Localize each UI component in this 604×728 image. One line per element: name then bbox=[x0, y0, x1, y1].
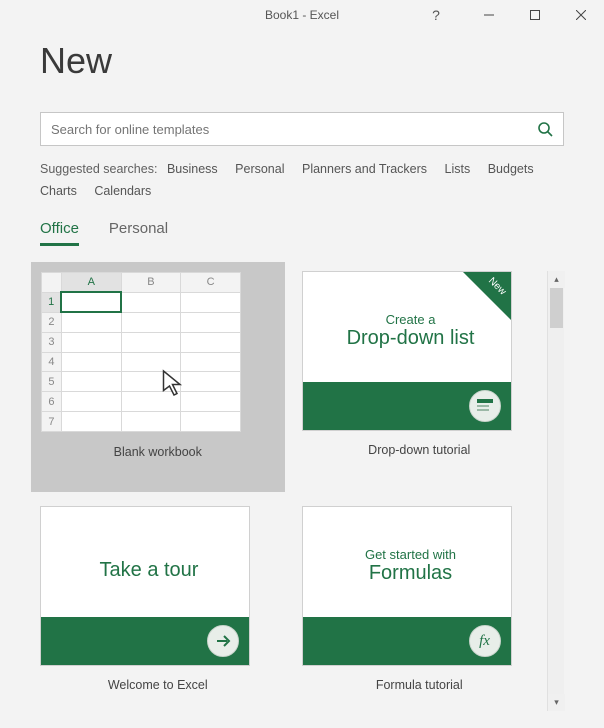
window-controls bbox=[466, 0, 604, 30]
thumb-line2: Drop-down list bbox=[321, 327, 501, 350]
template-label: Welcome to Excel bbox=[40, 678, 276, 692]
suggested-link-charts[interactable]: Charts bbox=[40, 180, 77, 202]
fx-icon: fx bbox=[469, 625, 501, 657]
minimize-button[interactable] bbox=[466, 0, 512, 30]
template-label: Drop-down tutorial bbox=[302, 443, 538, 457]
thumb-line2: Take a tour bbox=[59, 559, 239, 582]
tab-office[interactable]: Office bbox=[40, 220, 79, 246]
thumb-line1: Create a bbox=[321, 312, 501, 327]
scrollbar[interactable]: ▴ ▾ bbox=[547, 271, 564, 711]
help-button[interactable]: ? bbox=[416, 0, 456, 30]
suggested-label: Suggested searches: bbox=[40, 162, 157, 176]
template-label: Blank workbook bbox=[40, 445, 276, 459]
close-button[interactable] bbox=[558, 0, 604, 30]
tab-bar: Office Personal bbox=[40, 220, 564, 247]
page-title: New bbox=[40, 40, 564, 82]
template-dropdown-tutorial[interactable]: New Create a Drop-down list Drop-down tu… bbox=[302, 271, 538, 478]
template-label: Formula tutorial bbox=[302, 678, 538, 692]
suggested-searches: Suggested searches: Business Personal Pl… bbox=[40, 158, 564, 202]
template-thumb-welcome: Take a tour bbox=[40, 506, 250, 666]
spreadsheet-preview: ABC 1 2 3 4 5 6 7 bbox=[41, 272, 241, 432]
thumb-line1: Get started with bbox=[321, 547, 501, 562]
template-thumb-dropdown: New Create a Drop-down list bbox=[302, 271, 512, 431]
titlebar: Book1 - Excel ? bbox=[0, 0, 604, 30]
tab-personal[interactable]: Personal bbox=[109, 220, 168, 246]
template-blank-workbook[interactable]: ABC 1 2 3 4 5 6 7 Blank workbook bbox=[31, 262, 285, 492]
arrow-right-icon bbox=[207, 625, 239, 657]
search-icon bbox=[537, 121, 553, 137]
search-button[interactable] bbox=[527, 113, 563, 145]
template-thumb-blank: ABC 1 2 3 4 5 6 7 bbox=[31, 262, 251, 442]
maximize-button[interactable] bbox=[512, 0, 558, 30]
suggested-link-lists[interactable]: Lists bbox=[445, 158, 471, 180]
thumb-line2: Formulas bbox=[321, 562, 501, 585]
search-input[interactable] bbox=[41, 113, 527, 145]
search-box bbox=[40, 112, 564, 146]
dropdown-icon bbox=[469, 390, 501, 422]
scroll-thumb[interactable] bbox=[550, 288, 563, 328]
suggested-link-calendars[interactable]: Calendars bbox=[94, 180, 151, 202]
template-formula-tutorial[interactable]: Get started with Formulas fx Formula tut… bbox=[302, 506, 538, 711]
scroll-down-button[interactable]: ▾ bbox=[548, 694, 565, 711]
cursor-icon bbox=[159, 368, 189, 398]
suggested-link-planners[interactable]: Planners and Trackers bbox=[302, 158, 427, 180]
scroll-up-button[interactable]: ▴ bbox=[548, 271, 565, 288]
suggested-link-business[interactable]: Business bbox=[167, 158, 218, 180]
suggested-link-budgets[interactable]: Budgets bbox=[488, 158, 534, 180]
suggested-link-personal[interactable]: Personal bbox=[235, 158, 284, 180]
window-title: Book1 - Excel bbox=[265, 8, 339, 22]
template-welcome-excel[interactable]: Take a tour Welcome to Excel bbox=[40, 506, 276, 711]
template-gallery: ABC 1 2 3 4 5 6 7 Blank workbook bbox=[40, 271, 537, 711]
template-thumb-formula: Get started with Formulas fx bbox=[302, 506, 512, 666]
